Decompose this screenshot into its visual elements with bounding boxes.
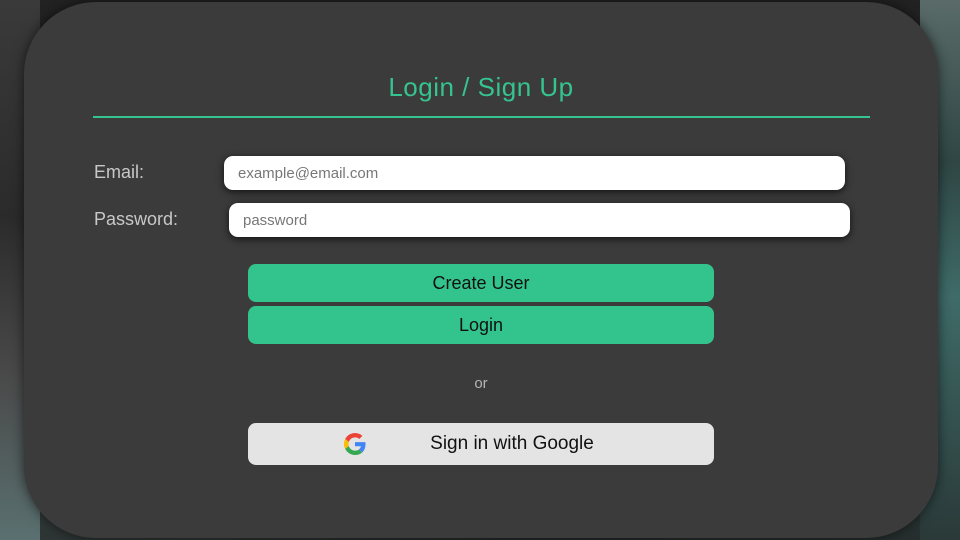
email-label: Email: bbox=[94, 162, 145, 182]
google-signin-button[interactable]: Sign in with Google bbox=[248, 423, 714, 465]
google-signin-label: Sign in with Google bbox=[430, 433, 594, 454]
login-button[interactable]: Login bbox=[248, 306, 714, 344]
email-field[interactable] bbox=[224, 156, 845, 190]
password-field[interactable] bbox=[229, 203, 850, 237]
page-title: Login / Sign Up bbox=[388, 72, 574, 102]
title-divider bbox=[93, 116, 870, 118]
password-label: Password: bbox=[94, 209, 179, 229]
google-logo-icon bbox=[344, 433, 366, 455]
create-user-button[interactable]: Create User bbox=[248, 264, 714, 302]
login-card: Login / Sign Up Email: Password: Create … bbox=[24, 2, 938, 538]
or-separator: or bbox=[474, 375, 488, 392]
